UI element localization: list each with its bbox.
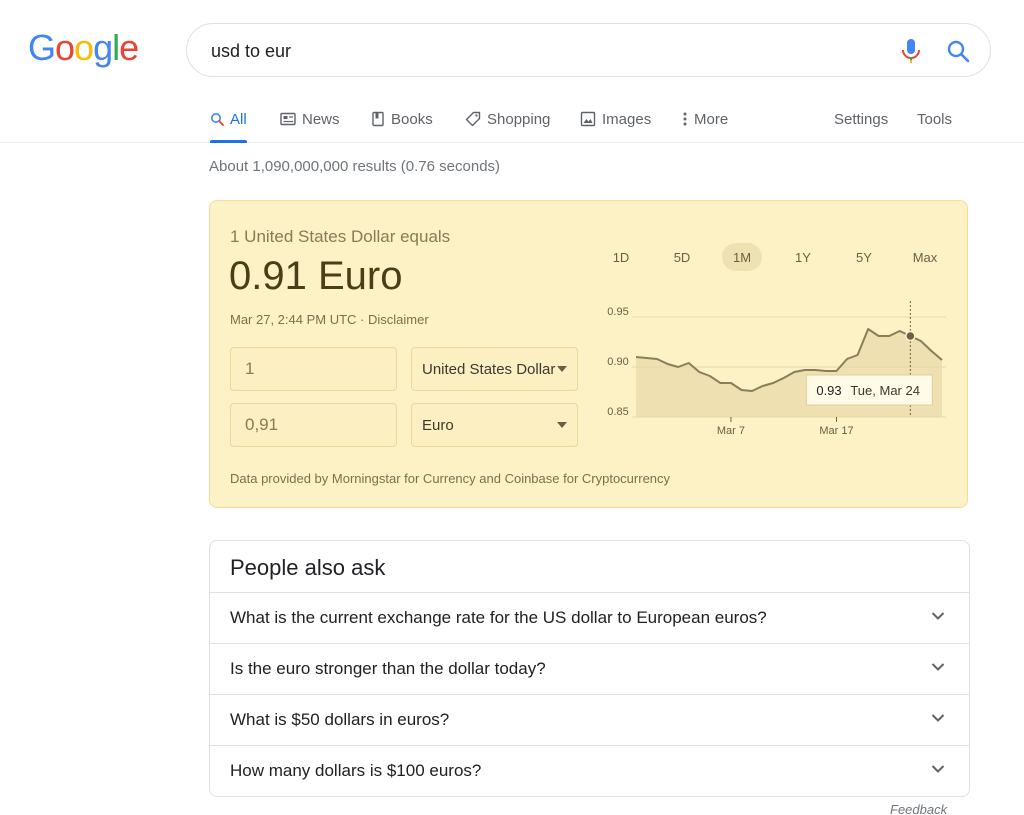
tab-news[interactable]: News <box>280 95 340 143</box>
paa-question[interactable]: Is the euro stronger than the dollar tod… <box>210 643 969 694</box>
x-tick-label: Mar 17 <box>819 425 853 437</box>
image-icon <box>580 111 596 127</box>
tab-label: All <box>230 110 247 128</box>
tab-label: Shopping <box>487 110 551 128</box>
search-input[interactable] <box>211 36 871 66</box>
people-also-ask: People also ask What is the current exch… <box>209 540 970 797</box>
logo-letter: e <box>119 27 139 68</box>
logo-letter: o <box>55 27 75 68</box>
range-5d[interactable]: 5D <box>665 243 699 271</box>
from-currency-label: United States Dollar <box>422 360 556 378</box>
tab-all[interactable]: All <box>210 95 247 143</box>
tag-icon <box>465 111 481 127</box>
equals-label: 1 United States Dollar equals <box>230 227 451 246</box>
from-amount-input[interactable]: 1 <box>230 347 397 391</box>
question-text: How many dollars is $100 euros? <box>230 761 482 780</box>
chevron-down-icon <box>557 422 567 428</box>
feedback-link[interactable]: Feedback <box>890 802 947 815</box>
logo-letter: G <box>28 27 56 68</box>
tab-shopping[interactable]: Shopping <box>465 95 550 143</box>
tools-link[interactable]: Tools <box>917 95 952 143</box>
y-tick-label: 0.90 <box>607 356 628 368</box>
search-tabs: All News Books Shopping Images More Sett… <box>0 95 1024 143</box>
highlight-point <box>905 330 916 342</box>
google-logo[interactable]: Google <box>28 27 139 68</box>
news-icon <box>280 112 296 126</box>
paa-question[interactable]: How many dollars is $100 euros? <box>210 745 969 796</box>
currency-converter-card: 1 United States Dollar equals 0.91 Euro … <box>209 200 968 508</box>
mic-icon[interactable] <box>899 38 923 64</box>
result-stats: About 1,090,000,000 results (0.76 second… <box>209 158 501 175</box>
question-text: What is $50 dollars in euros? <box>230 710 450 729</box>
range-1m[interactable]: 1M <box>722 243 762 271</box>
from-currency-select[interactable]: United States Dollar <box>411 347 578 391</box>
tab-label: Books <box>391 110 433 128</box>
logo-letter: g <box>93 27 113 68</box>
conversion-result: 0.91 Euro <box>229 254 403 298</box>
to-currency-label: Euro <box>422 416 454 434</box>
question-text: Is the euro stronger than the dollar tod… <box>230 659 546 678</box>
rate-timestamp: Mar 27, 2:44 PM UTC · Disclaimer <box>230 312 429 327</box>
tab-label: More <box>694 110 729 128</box>
logo-letter: o <box>74 27 94 68</box>
logo-letter: l <box>112 27 120 68</box>
kebab-icon <box>683 112 687 126</box>
tab-more[interactable]: More <box>682 95 728 143</box>
tab-images[interactable]: Images <box>580 95 651 143</box>
chevron-down-icon <box>931 714 945 722</box>
tab-label: Images <box>602 110 652 128</box>
settings-label: Settings <box>834 110 889 128</box>
tab-books[interactable]: Books <box>371 95 433 143</box>
range-1y[interactable]: 1Y <box>786 243 820 271</box>
chevron-down-icon <box>557 366 567 372</box>
y-tick-label: 0.85 <box>607 406 628 418</box>
search-icon <box>211 113 224 126</box>
chevron-down-icon <box>931 612 945 620</box>
to-amount-input[interactable]: 0,91 <box>230 403 397 447</box>
book-icon <box>372 111 384 127</box>
x-tick-label: Mar 7 <box>717 425 745 437</box>
tab-label: News <box>302 110 340 128</box>
search-icon[interactable] <box>945 38 971 64</box>
to-currency-select[interactable]: Euro <box>411 403 578 447</box>
data-provider-note: Data provided by Morningstar for Currenc… <box>230 471 671 486</box>
search-box[interactable] <box>186 23 991 77</box>
chevron-down-icon <box>931 765 945 773</box>
paa-question[interactable]: What is the current exchange rate for th… <box>210 592 969 643</box>
tools-label: Tools <box>917 110 953 128</box>
range-5y[interactable]: 5Y <box>847 243 881 271</box>
question-text: What is the current exchange rate for th… <box>230 608 767 627</box>
y-tick-label: 0.95 <box>607 306 628 318</box>
paa-question[interactable]: What is $50 dollars in euros? <box>210 694 969 745</box>
exchange-rate-chart[interactable]: 0.95 0.90 0.85 Mar 7 Mar 17 0.93 Tue, Mar 24 <box>590 293 954 453</box>
range-max[interactable]: Max <box>906 243 944 271</box>
chevron-down-icon <box>931 663 945 671</box>
tooltip-value: 0.93 <box>816 383 841 398</box>
tooltip-date: Tue, Mar 24 <box>850 383 920 398</box>
settings-link[interactable]: Settings <box>834 95 888 143</box>
range-1d[interactable]: 1D <box>604 243 638 271</box>
paa-title: People also ask <box>230 555 386 580</box>
